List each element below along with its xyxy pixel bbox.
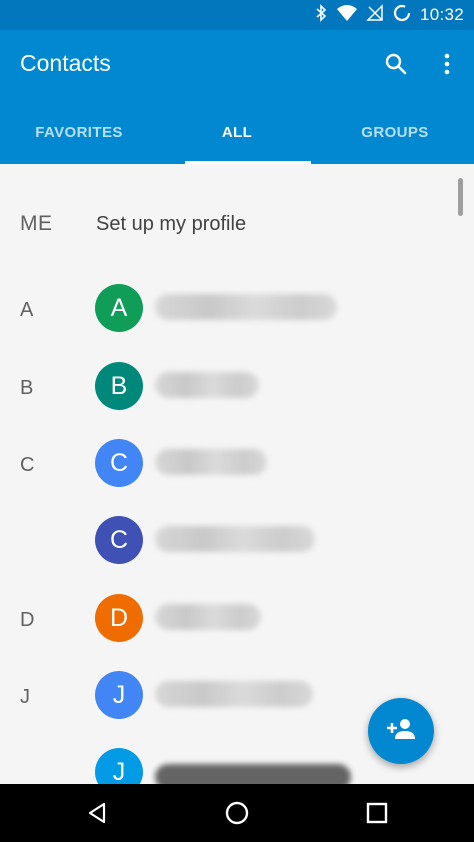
contact-name-redacted	[155, 764, 351, 784]
home-icon[interactable]	[222, 798, 252, 828]
section-letter: A	[20, 299, 34, 321]
status-icons: 10:32	[314, 0, 464, 30]
contact-name-redacted	[155, 526, 315, 552]
search-icon[interactable]	[380, 48, 412, 80]
status-time: 10:32	[419, 5, 464, 24]
section-letter: D	[20, 609, 35, 631]
wifi-icon	[336, 4, 358, 27]
avatar: C	[95, 439, 143, 487]
page-title: Contacts	[20, 50, 111, 76]
navigation-bar	[0, 784, 474, 842]
tab-groups[interactable]: GROUPS	[316, 100, 474, 164]
contact-name-redacted	[155, 294, 337, 320]
recents-icon[interactable]	[362, 798, 392, 828]
list-item[interactable]: A A	[0, 284, 474, 344]
avatar: B	[95, 362, 143, 410]
me-label: ME	[20, 212, 53, 235]
avatar: C	[95, 516, 143, 564]
more-vert-icon[interactable]	[431, 48, 463, 80]
setup-profile-text: Set up my profile	[96, 213, 247, 235]
sync-icon	[392, 3, 412, 28]
tab-all[interactable]: ALL	[158, 100, 316, 164]
avatar: A	[95, 284, 143, 332]
section-letter: J	[20, 686, 30, 708]
list-item[interactable]: D D	[0, 594, 474, 654]
avatar: J	[95, 671, 143, 719]
list-item[interactable]: C C	[0, 439, 474, 499]
contact-list[interactable]: ME Set up my profile A A B B C C C D D J…	[0, 164, 474, 784]
contact-name-redacted	[155, 372, 259, 398]
avatar: J	[95, 748, 143, 784]
add-contact-button[interactable]	[368, 698, 434, 764]
contact-name-redacted	[155, 604, 261, 630]
status-bar: 10:32	[0, 0, 474, 30]
section-letter: B	[20, 377, 34, 399]
add-person-icon	[386, 717, 416, 746]
tab-favorites[interactable]: FAVORITES	[0, 100, 158, 164]
contact-name-redacted	[155, 681, 313, 707]
my-profile-row[interactable]: ME Set up my profile	[0, 194, 474, 254]
list-item[interactable]: C	[0, 516, 474, 576]
back-icon[interactable]	[82, 798, 112, 828]
avatar: D	[95, 594, 143, 642]
tab-bar: FAVORITES ALL GROUPS	[0, 100, 474, 164]
bluetooth-icon	[314, 3, 328, 27]
list-item[interactable]: B B	[0, 362, 474, 422]
section-letter: C	[20, 454, 35, 476]
contact-name-redacted	[155, 449, 267, 475]
no-signal-icon	[366, 3, 384, 27]
app-bar: Contacts FAVORITES ALL GROUPS	[0, 30, 474, 164]
